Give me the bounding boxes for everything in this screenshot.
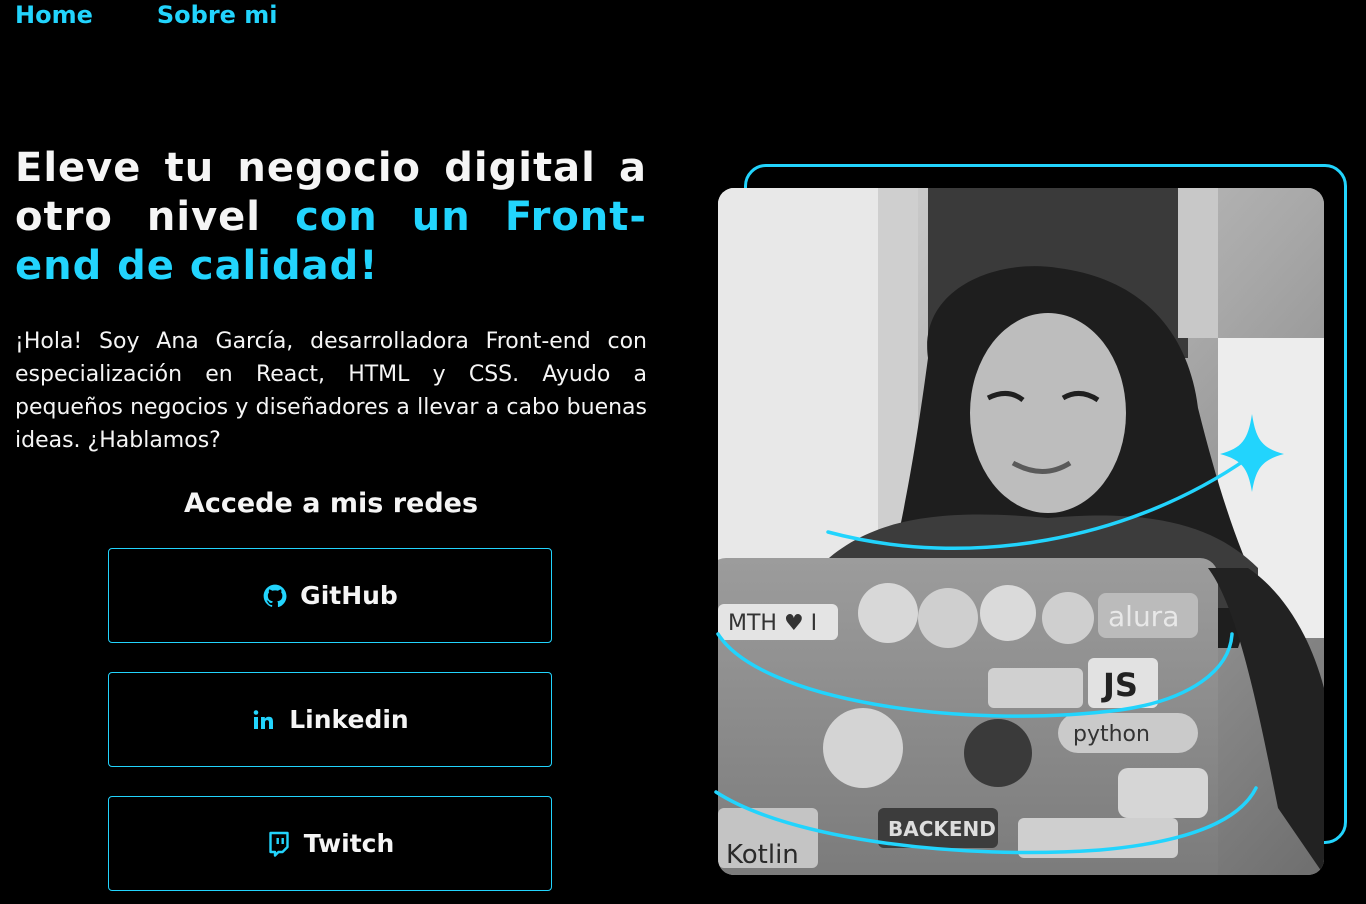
hero-intro: ¡Hola! Soy Ana García, desarrolladora Fr… (15, 329, 647, 453)
linkedin-button[interactable]: Linkedin (108, 672, 552, 767)
github-button-label: GitHub (300, 581, 398, 610)
sticker-backend: BACKEND (888, 817, 996, 841)
linkedin-icon (251, 706, 277, 734)
twitch-button[interactable]: Twitch (108, 796, 552, 891)
top-nav: Home Sobre mi (15, 0, 278, 31)
social-section-title: Accede a mis redes (183, 488, 479, 519)
nav-about-link[interactable]: Sobre mi (157, 0, 278, 31)
twitch-icon (266, 830, 292, 858)
profile-photo: MTH ♥ I alura JS python BACKEND Kotlin (718, 188, 1324, 875)
sticker-kotlin: Kotlin (726, 840, 799, 870)
sticker-mth: MTH ♥ I (728, 611, 817, 636)
sticker-alura-top: alura (1108, 600, 1179, 633)
sticker-python: python (1073, 722, 1150, 747)
sticker-js: JS (1101, 666, 1138, 704)
nav-home-link[interactable]: Home (15, 0, 93, 31)
github-button[interactable]: GitHub (108, 548, 552, 643)
linkedin-button-label: Linkedin (289, 705, 409, 734)
github-icon (262, 582, 288, 610)
hero-headline: Eleve tu negocio digital a otro nivel co… (15, 144, 647, 291)
twitch-button-label: Twitch (303, 829, 395, 858)
